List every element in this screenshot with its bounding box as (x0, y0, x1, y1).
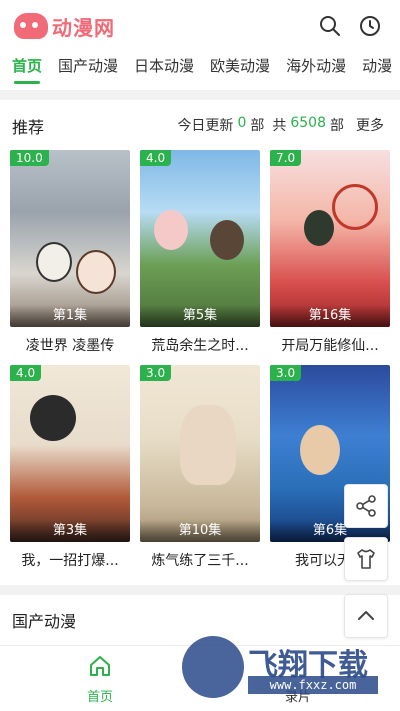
character-figure (210, 220, 244, 260)
tab-overseas[interactable]: 海外动漫 (278, 52, 354, 86)
anime-card[interactable]: 7.0 第16集 开局万能修仙... (270, 150, 390, 355)
share-icon (356, 495, 376, 517)
card-title[interactable]: 开局万能修仙... (270, 335, 390, 355)
cover-image[interactable]: 4.0 第3集 (10, 365, 130, 542)
home-icon (90, 656, 110, 676)
cover-image[interactable]: 3.0 第10集 (140, 365, 260, 542)
score-badge: 3.0 (140, 365, 172, 381)
tshirt-icon (357, 549, 375, 569)
section-title: 国产动漫 (12, 612, 77, 631)
tab-home[interactable]: 首页 (0, 52, 50, 86)
tab-more-anime[interactable]: 动漫 (354, 52, 400, 86)
character-figure (36, 242, 72, 282)
total-count: 6508 (290, 115, 326, 131)
character-figure (180, 405, 236, 485)
nav-label: 首页 (86, 690, 113, 705)
episode-label: 第3集 (10, 520, 130, 542)
skin-button[interactable] (344, 537, 388, 581)
watermark: 飞翔下载 www.fxxz.com (182, 636, 388, 698)
card-title[interactable]: 荒岛余生之时... (140, 335, 260, 355)
score-badge: 3.0 (270, 365, 302, 381)
character-figure (30, 395, 76, 441)
scroll-top-button[interactable] (344, 594, 388, 638)
tab-western[interactable]: 欧美动漫 (202, 52, 278, 86)
character-figure (304, 210, 334, 246)
cover-image[interactable]: 10.0 第1集 (10, 150, 130, 327)
magic-circle (332, 184, 378, 230)
domestic-section-header: 国产动漫 (0, 596, 400, 640)
today-label: 今日更新 (177, 118, 234, 134)
more-link[interactable]: 更多 (356, 115, 384, 135)
logo-text: 动漫网 (52, 15, 115, 40)
share-button[interactable] (344, 484, 388, 528)
divider (0, 90, 400, 100)
score-badge: 4.0 (10, 365, 42, 381)
episode-label: 第1集 (10, 305, 130, 327)
card-title[interactable]: 炼气练了三千... (140, 550, 260, 570)
character-figure (300, 425, 340, 475)
anime-card[interactable]: 3.0 第10集 炼气练了三千... (140, 365, 260, 570)
logo-mascot-icon (14, 13, 48, 39)
category-tabs: 首页 国产动漫 日本动漫 欧美动漫 海外动漫 动漫 (0, 52, 400, 86)
today-count: 0 (237, 115, 247, 131)
cover-image[interactable]: 7.0 第16集 (270, 150, 390, 327)
recommend-header: 推荐 今日更新 0 部 共 6508 部 更多 (0, 102, 400, 146)
score-badge: 10.0 (10, 150, 49, 166)
watermark-logo-icon (182, 636, 244, 698)
watermark-url: www.fxxz.com (248, 676, 378, 694)
cover-image[interactable]: 4.0 第5集 (140, 150, 260, 327)
score-badge: 7.0 (270, 150, 302, 166)
history-clock-icon[interactable] (358, 14, 382, 38)
search-icon[interactable] (318, 14, 342, 38)
anime-card[interactable]: 10.0 第1集 凌世界 凌墨传 (10, 150, 130, 355)
unit-label: 部 (330, 118, 344, 134)
section-title: 推荐 (12, 118, 45, 137)
character-figure (154, 210, 188, 250)
app-logo[interactable]: 动漫网 (14, 10, 115, 42)
score-badge: 4.0 (140, 150, 172, 166)
update-stats: 今日更新 0 部 共 6508 部 更多 (177, 115, 384, 135)
divider (0, 585, 400, 595)
unit-label: 部 (250, 118, 265, 134)
episode-label: 第10集 (140, 520, 260, 542)
chevron-up-icon (358, 611, 374, 620)
anime-card[interactable]: 4.0 第5集 荒岛余生之时... (140, 150, 260, 355)
app-header: 动漫网 (0, 0, 400, 52)
nav-home[interactable]: 首页 (60, 654, 140, 705)
card-title[interactable]: 凌世界 凌墨传 (10, 335, 130, 355)
card-title[interactable]: 我，一招打爆... (10, 550, 130, 570)
total-label: 共 (272, 118, 287, 134)
tab-domestic[interactable]: 国产动漫 (50, 52, 126, 86)
anime-card[interactable]: 4.0 第3集 我，一招打爆... (10, 365, 130, 570)
episode-label: 第5集 (140, 305, 260, 327)
character-figure (76, 250, 116, 294)
episode-label: 第16集 (270, 305, 390, 327)
tab-japanese[interactable]: 日本动漫 (126, 52, 202, 86)
